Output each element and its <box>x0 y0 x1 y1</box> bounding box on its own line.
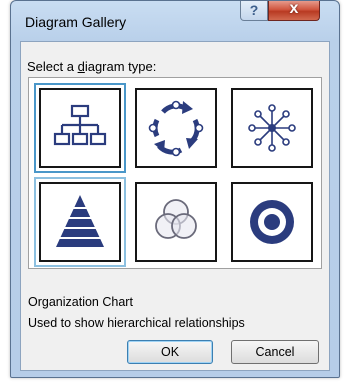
diagram-type-name: Organization Chart <box>28 295 133 309</box>
diagram-gallery-dialog: Diagram Gallery ? x Select a diagram typ… <box>10 0 340 378</box>
close-icon: x <box>289 0 299 17</box>
dialog-body: Select a diagram type: Organization Char… <box>20 41 330 371</box>
tile-pyramid-diagram[interactable] <box>34 177 126 267</box>
tile-cycle-diagram[interactable] <box>135 88 217 168</box>
diagram-description: Organization Chart Used to show hierarch… <box>28 292 245 334</box>
cancel-button[interactable]: Cancel <box>231 340 319 364</box>
diagram-gallery <box>28 77 322 269</box>
target-diagram-icon <box>250 200 294 244</box>
radial-diagram-icon <box>248 104 296 152</box>
dialog-title: Diagram Gallery <box>25 14 127 30</box>
title-bar[interactable]: Diagram Gallery ? x <box>11 0 339 35</box>
tile-organization-chart[interactable] <box>34 83 126 173</box>
pyramid-diagram-icon <box>51 195 109 247</box>
organization-chart-icon <box>53 104 107 146</box>
tile-target-diagram[interactable] <box>231 182 313 262</box>
diagram-type-prompt: Select a diagram type: <box>27 59 157 74</box>
close-button[interactable]: x <box>268 0 320 21</box>
diagram-type-description: Used to show hierarchical relationships <box>28 316 245 330</box>
help-button[interactable]: ? <box>240 1 268 21</box>
venn-diagram-icon <box>155 199 197 239</box>
tile-venn-diagram[interactable] <box>135 182 217 262</box>
tile-radial-diagram[interactable] <box>231 88 313 168</box>
help-icon: ? <box>249 2 259 18</box>
ok-button[interactable]: OK <box>127 340 213 364</box>
cycle-diagram-icon <box>148 100 204 157</box>
